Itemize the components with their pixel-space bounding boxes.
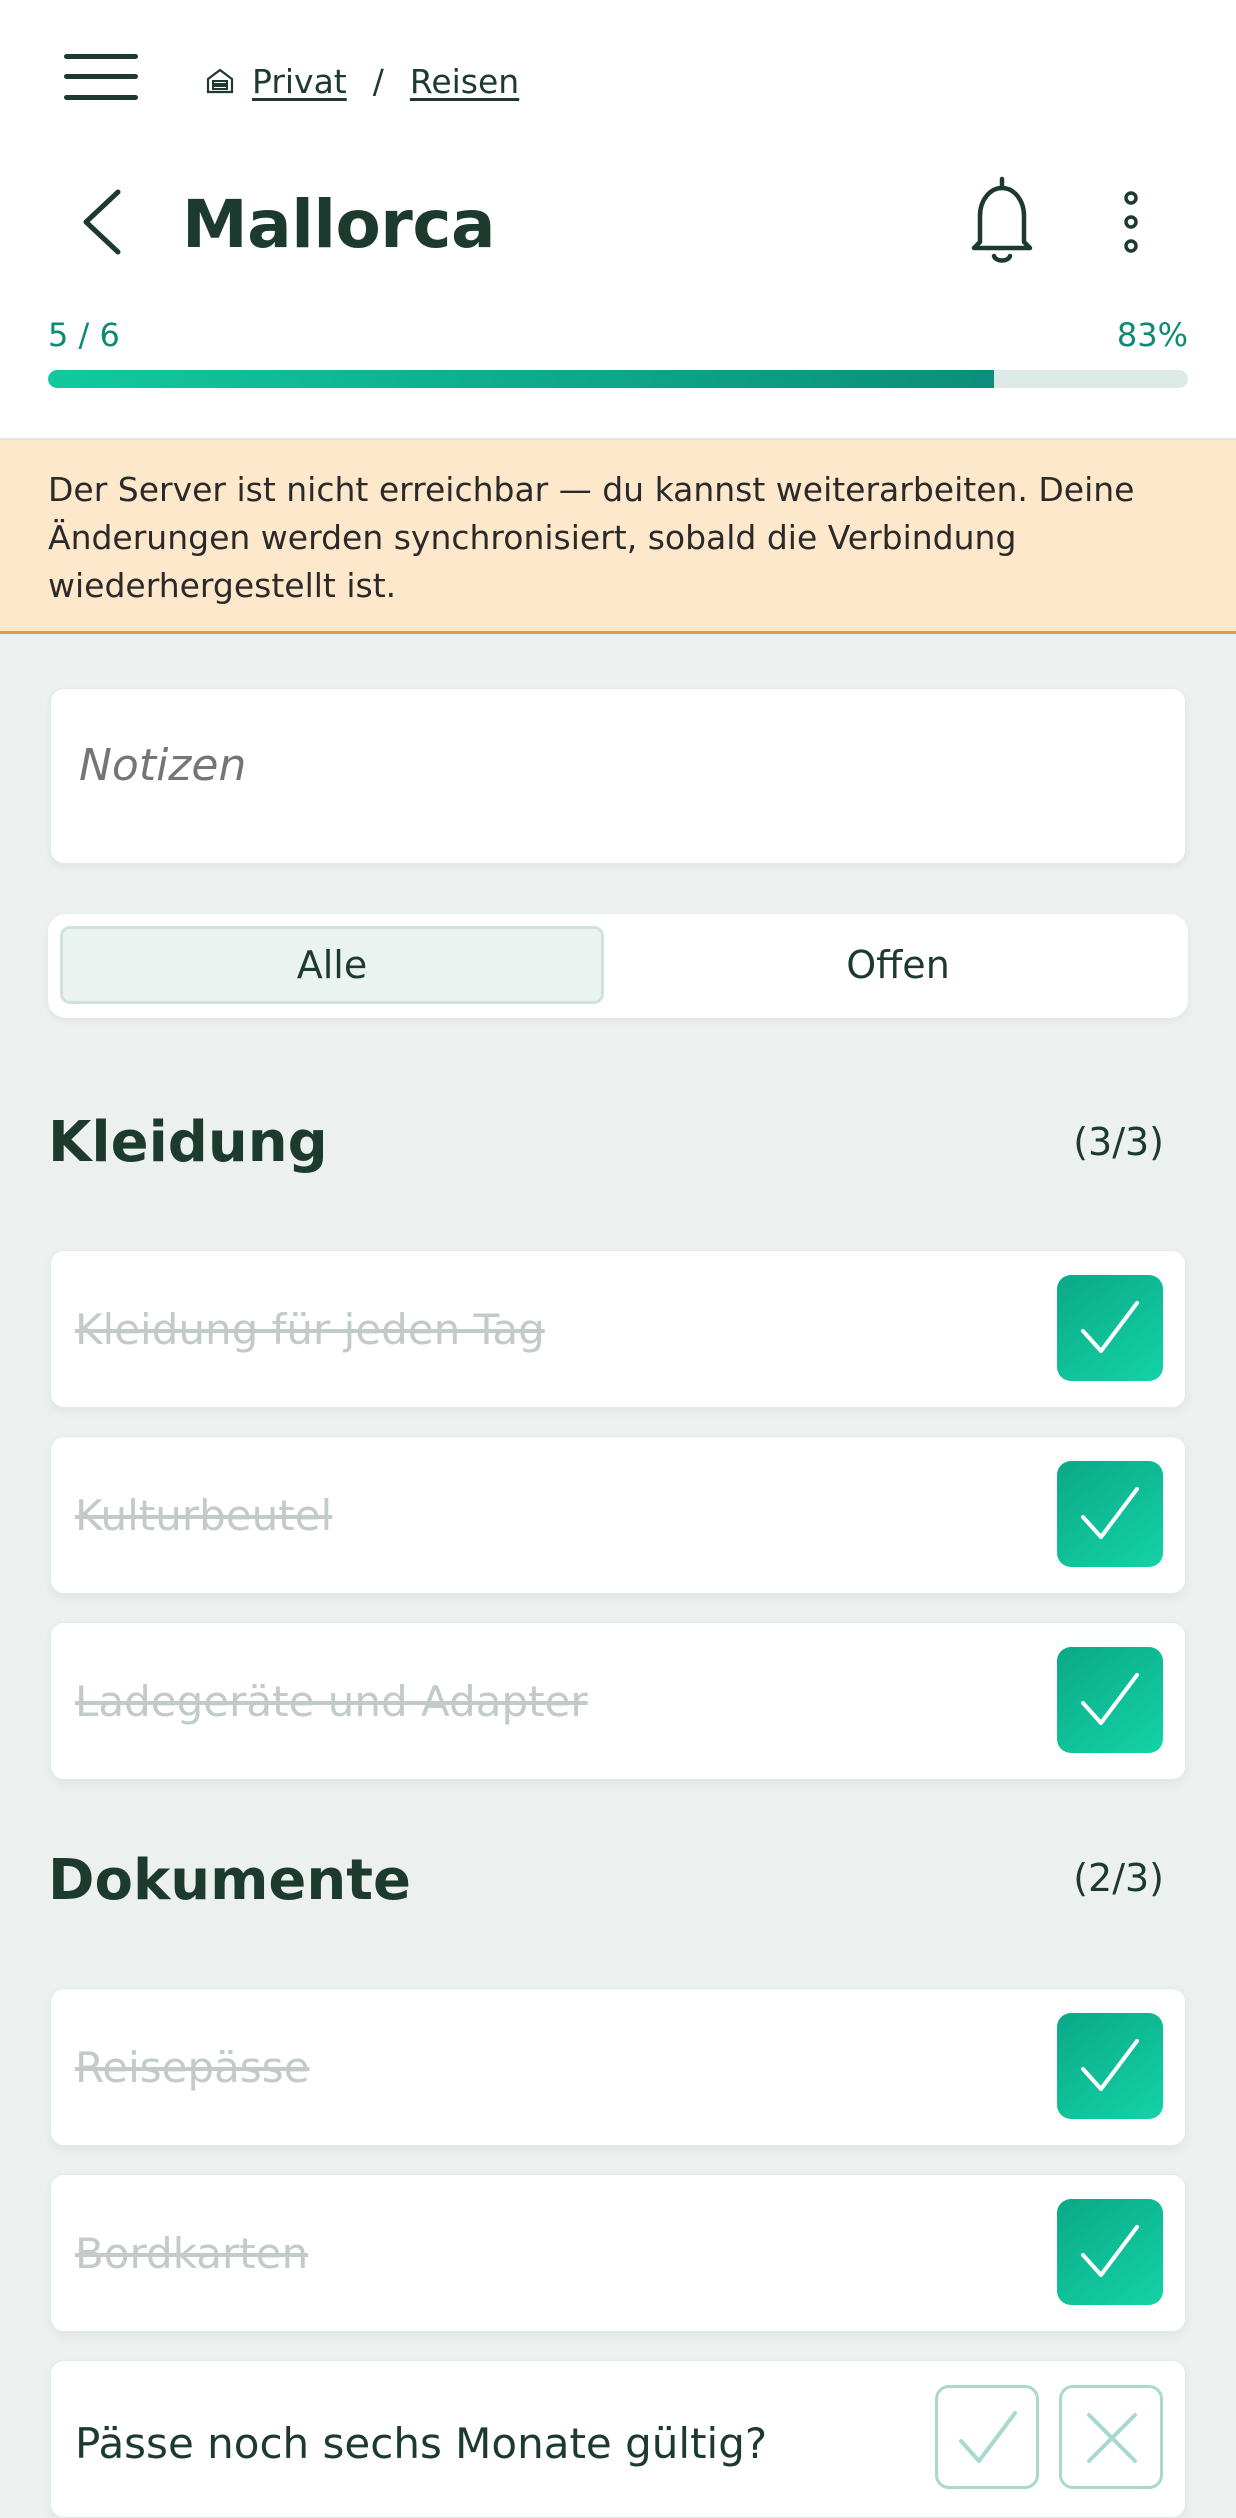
checked-checkbox[interactable]: [1057, 1275, 1163, 1381]
checklist-item[interactable]: Kleidung für jeden Tag: [50, 1250, 1186, 1408]
progress-count: 5 / 6: [48, 316, 120, 354]
progress-percent: 83%: [1116, 316, 1188, 354]
checked-checkbox[interactable]: [1057, 2013, 1163, 2119]
top-bar: Privat / Reisen Mallorca 5 / 6 83%: [0, 0, 1236, 440]
checklist-item-label: Kleidung für jeden Tag: [75, 1305, 545, 1354]
page-title: Mallorca: [182, 186, 496, 263]
filter-toggle: Alle Offen: [48, 914, 1188, 1018]
filter-option-alle[interactable]: Alle: [60, 926, 604, 1004]
checked-checkbox[interactable]: [1057, 1647, 1163, 1753]
checked-checkbox[interactable]: [1057, 2199, 1163, 2305]
breadcrumb-item-reisen[interactable]: Reisen: [410, 62, 519, 101]
confirm-button[interactable]: [935, 2385, 1039, 2489]
checkmark-icon: [1081, 1301, 1139, 1353]
notes-input[interactable]: [77, 739, 1161, 792]
menu-icon[interactable]: [64, 52, 140, 102]
breadcrumb: Privat / Reisen: [204, 56, 519, 106]
progress-bar: [48, 370, 1188, 388]
offline-banner: Der Server ist nicht erreichbar — du kan…: [0, 440, 1236, 634]
checkmark-icon: [1081, 1487, 1139, 1539]
section-count: (2/3): [1073, 1856, 1164, 1900]
checklist-item-label: Reisepässe: [75, 2043, 310, 2092]
checklist-item[interactable]: Reisepässe: [50, 1988, 1186, 2146]
offline-banner-text: Der Server ist nicht erreichbar — du kan…: [48, 470, 1135, 605]
checklist-item-label: Ladegeräte und Adapter: [75, 1677, 588, 1726]
close-icon: [1087, 2413, 1137, 2463]
back-arrow-icon[interactable]: [74, 186, 130, 258]
more-options-icon[interactable]: [1116, 190, 1146, 254]
breadcrumb-separator: /: [372, 61, 384, 101]
checkmark-icon: [1081, 1673, 1139, 1725]
bell-icon[interactable]: [966, 176, 1038, 268]
checklist-item[interactable]: Bordkarten: [50, 2174, 1186, 2332]
checklist-item-label: Kulturbeutel: [75, 1491, 333, 1540]
checkmark-icon: [959, 2411, 1017, 2463]
checkmark-icon: [1081, 2225, 1139, 2277]
home-icon: [206, 68, 234, 94]
section-title: Kleidung: [48, 1110, 328, 1175]
progress-bar-fill: [48, 370, 995, 388]
checkmark-icon: [1081, 2039, 1139, 2091]
checklist-item-label: Bordkarten: [75, 2229, 309, 2278]
checklist-item[interactable]: Ladegeräte und Adapter: [50, 1622, 1186, 1780]
breadcrumb-item-privat[interactable]: Privat: [252, 62, 347, 101]
reject-button[interactable]: [1059, 2385, 1163, 2489]
filter-option-offen[interactable]: Offen: [620, 926, 1176, 1004]
notes-card[interactable]: [50, 688, 1186, 864]
checklist-item[interactable]: Kulturbeutel: [50, 1436, 1186, 1594]
checklist-item[interactable]: Pässe noch sechs Monate gültig?: [50, 2360, 1186, 2518]
section-title: Dokumente: [48, 1848, 412, 1913]
section-count: (3/3): [1073, 1120, 1164, 1164]
checked-checkbox[interactable]: [1057, 1461, 1163, 1567]
checklist-item-label: Pässe noch sechs Monate gültig?: [75, 2419, 768, 2468]
